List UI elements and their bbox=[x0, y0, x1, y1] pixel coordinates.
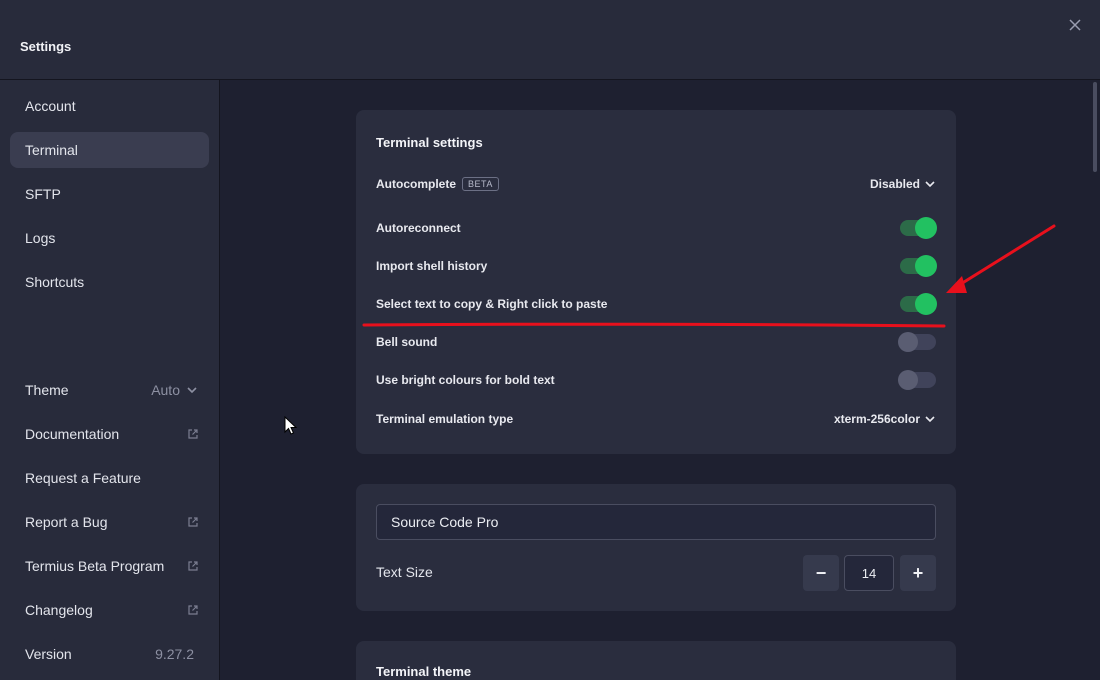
sidebar-link-label: Documentation bbox=[25, 426, 120, 442]
sidebar-link-label: Report a Bug bbox=[25, 514, 108, 530]
toggle-knob bbox=[915, 217, 937, 239]
bell-sound-toggle[interactable] bbox=[898, 332, 936, 352]
theme-label: Theme bbox=[25, 382, 69, 398]
external-link-icon bbox=[188, 605, 198, 615]
sidebar-item-sftp[interactable]: SFTP bbox=[10, 176, 209, 212]
toggle-label: Autoreconnect bbox=[376, 221, 461, 235]
toggle-knob bbox=[898, 370, 918, 390]
text-size-label: Text Size bbox=[376, 564, 433, 580]
sidebar-item-label: SFTP bbox=[25, 186, 61, 202]
version-value: 9.27.2 bbox=[155, 646, 194, 662]
settings-header: Settings bbox=[0, 0, 1100, 80]
autocomplete-dropdown[interactable]: Disabled bbox=[870, 172, 936, 196]
sidebar-item-terminal[interactable]: Terminal bbox=[10, 132, 209, 168]
emulation-row: Terminal emulation type xterm-256color bbox=[376, 407, 936, 431]
toggle-label: Bell sound bbox=[376, 335, 438, 349]
toggle-label: Use bright colours for bold text bbox=[376, 373, 555, 387]
beta-badge: BETA bbox=[462, 177, 499, 191]
sidebar-link-request-feature[interactable]: Request a Feature bbox=[10, 460, 209, 496]
toggle-row-autoreconnect: Autoreconnect bbox=[376, 216, 936, 240]
scrollbar[interactable] bbox=[1093, 82, 1097, 172]
sidebar-link-label: Termius Beta Program bbox=[25, 558, 165, 574]
toggle-row-bright-colours: Use bright colours for bold text bbox=[376, 368, 936, 392]
sidebar-item-logs[interactable]: Logs bbox=[10, 220, 209, 256]
chevron-down-icon bbox=[187, 387, 197, 394]
external-link-icon bbox=[188, 561, 198, 571]
increase-text-size-button[interactable]: + bbox=[900, 555, 936, 591]
close-button[interactable] bbox=[1064, 14, 1086, 36]
card-title: Terminal theme bbox=[376, 664, 472, 679]
toggle-knob bbox=[898, 332, 918, 352]
external-link-icon bbox=[188, 517, 198, 527]
version-info: Version 9.27.2 bbox=[10, 636, 209, 672]
autocomplete-value: Disabled bbox=[869, 177, 920, 191]
sidebar-link-report-bug[interactable]: Report a Bug bbox=[10, 504, 209, 540]
toggle-row-copy-paste: Select text to copy & Right click to pas… bbox=[376, 292, 936, 316]
chevron-down-icon bbox=[925, 416, 935, 423]
font-family-select[interactable]: Source Code Pro bbox=[376, 504, 936, 540]
card-title: Terminal settings bbox=[376, 135, 483, 150]
terminal-theme-card: Terminal theme bbox=[356, 641, 956, 680]
emulation-label: Terminal emulation type bbox=[376, 412, 514, 426]
autoreconnect-toggle[interactable] bbox=[900, 217, 937, 239]
autocomplete-label: Autocomplete bbox=[376, 177, 457, 191]
autocomplete-row: Autocomplete BETA Disabled bbox=[376, 172, 936, 196]
import-shell-history-toggle[interactable] bbox=[900, 255, 937, 277]
sidebar: Account Terminal SFTP Logs Shortcuts The… bbox=[0, 80, 220, 680]
sidebar-item-label: Shortcuts bbox=[25, 274, 85, 290]
sidebar-item-account[interactable]: Account bbox=[10, 88, 209, 124]
sidebar-link-documentation[interactable]: Documentation bbox=[10, 416, 209, 452]
toggle-label: Import shell history bbox=[376, 259, 488, 273]
emulation-value: xterm-256color bbox=[833, 412, 920, 426]
theme-value: Auto bbox=[151, 382, 180, 398]
close-icon bbox=[1069, 19, 1081, 31]
terminal-settings-card: Terminal settings Autocomplete BETA Disa… bbox=[356, 110, 956, 454]
decrease-text-size-button[interactable]: − bbox=[803, 555, 839, 591]
bright-colours-toggle[interactable] bbox=[898, 370, 936, 390]
copy-paste-toggle[interactable] bbox=[900, 293, 937, 315]
sidebar-link-label: Request a Feature bbox=[25, 470, 141, 486]
sidebar-item-label: Logs bbox=[25, 230, 56, 246]
toggle-knob bbox=[915, 255, 937, 277]
toggle-row-import-history: Import shell history bbox=[376, 254, 936, 278]
toggle-knob bbox=[915, 293, 937, 315]
chevron-down-icon bbox=[925, 181, 935, 188]
external-link-icon bbox=[188, 429, 198, 439]
sidebar-link-label: Changelog bbox=[25, 602, 93, 618]
version-label: Version bbox=[25, 646, 72, 662]
toggle-label: Select text to copy & Right click to pas… bbox=[376, 297, 608, 311]
sidebar-item-label: Terminal bbox=[25, 142, 78, 158]
settings-content[interactable]: Terminal settings Autocomplete BETA Disa… bbox=[220, 80, 1100, 680]
font-settings-card: Source Code Pro Text Size − 14 + bbox=[356, 484, 956, 611]
page-title: Settings bbox=[20, 39, 72, 54]
sidebar-item-label: Account bbox=[25, 98, 76, 114]
text-size-value[interactable]: 14 bbox=[844, 555, 894, 591]
theme-selector[interactable]: Theme Auto bbox=[10, 372, 209, 408]
sidebar-link-changelog[interactable]: Changelog bbox=[10, 592, 209, 628]
sidebar-link-beta-program[interactable]: Termius Beta Program bbox=[10, 548, 209, 584]
toggle-row-bell-sound: Bell sound bbox=[376, 330, 936, 354]
emulation-dropdown[interactable]: xterm-256color bbox=[834, 407, 936, 431]
mouse-cursor-icon bbox=[284, 416, 298, 435]
sidebar-item-shortcuts[interactable]: Shortcuts bbox=[10, 264, 209, 300]
font-family-value: Source Code Pro bbox=[391, 514, 499, 530]
